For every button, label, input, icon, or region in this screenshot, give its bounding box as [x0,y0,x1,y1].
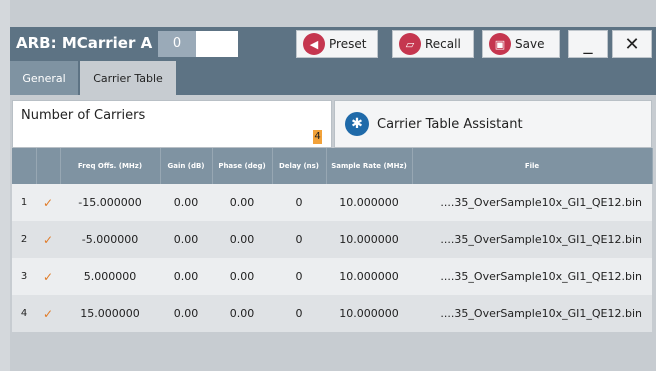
state-checkbox[interactable]: ✓ [36,184,60,221]
minimize-icon: _ [583,33,593,55]
delay-cell[interactable]: 0 [272,184,326,221]
file-cell[interactable]: ....35_OverSample10x_GI1_QE12.bin [412,184,652,221]
gain-cell[interactable]: 0.00 [160,258,212,295]
sample-rate-cell[interactable]: 10.000000 [326,184,412,221]
instance-field[interactable]: 0 [158,31,238,57]
gain-cell[interactable]: 0.00 [160,184,212,221]
file-cell[interactable]: ....35_OverSample10x_GI1_QE12.bin [412,295,652,332]
state-checkbox[interactable]: ✓ [36,295,60,332]
state-checkbox[interactable]: ✓ [36,221,60,258]
header-state [36,148,61,184]
row-number: 2 [12,221,36,258]
header-sample-rate: Sample Rate (MHz) [326,148,413,184]
table-row[interactable]: 2 ✓ -5.000000 0.00 0.00 0 10.000000 ....… [12,221,652,258]
tab-bar: General Carrier Table [10,61,656,95]
checkmark-icon: ✓ [42,269,54,284]
file-cell[interactable]: ....35_OverSample10x_GI1_QE12.bin [412,221,652,258]
header-gain: Gain (dB) [160,148,213,184]
freq-offset-cell[interactable]: -5.000000 [60,221,160,258]
minimize-button[interactable]: _ [568,30,608,58]
phase-cell[interactable]: 0.00 [212,295,272,332]
row-number: 4 [12,295,36,332]
delay-cell[interactable]: 0 [272,258,326,295]
sample-rate-cell[interactable]: 10.000000 [326,295,412,332]
row-number: 3 [12,258,36,295]
phase-cell[interactable]: 0.00 [212,258,272,295]
preset-label: Preset [329,37,367,51]
number-of-carriers-field[interactable]: Number of Carriers 4 [12,100,332,148]
sample-rate-cell[interactable]: 10.000000 [326,258,412,295]
header-file: File [412,148,653,184]
table-row[interactable]: 3 ✓ 5.000000 0.00 0.00 0 10.000000 ....3… [12,258,652,295]
window-title: ARB: MCarrier A [16,34,153,52]
table-row[interactable]: 4 ✓ 15.000000 0.00 0.00 0 10.000000 ....… [12,295,652,332]
sample-rate-cell[interactable]: 10.000000 [326,221,412,258]
file-cell[interactable]: ....35_OverSample10x_GI1_QE12.bin [412,258,652,295]
recall-folder-icon: ▱ [399,33,421,55]
preset-icon: ◀ [303,33,325,55]
delay-cell[interactable]: 0 [272,295,326,332]
gain-cell[interactable]: 0.00 [160,295,212,332]
table-row[interactable]: 1 ✓ -15.000000 0.00 0.00 0 10.000000 ...… [12,184,652,221]
gain-cell[interactable]: 0.00 [160,221,212,258]
checkmark-icon: ✓ [42,306,54,321]
assistant-label: Carrier Table Assistant [377,116,523,132]
row-number: 1 [12,184,36,221]
checkmark-icon: ✓ [42,232,54,247]
tab-general[interactable]: General [10,61,78,95]
recall-button[interactable]: ▱ Recall [392,30,474,58]
carrier-table: Freq Offs. (MHz) Gain (dB) Phase (deg) D… [12,148,653,332]
number-of-carriers-label: Number of Carriers [21,108,146,123]
close-button[interactable]: ✕ [612,30,652,58]
header-freq-offset: Freq Offs. (MHz) [60,148,161,184]
freq-offset-cell[interactable]: 15.000000 [60,295,160,332]
preset-button[interactable]: ◀ Preset [296,30,378,58]
number-of-carriers-value: 4 [313,130,322,144]
save-disk-icon: ▣ [489,33,511,55]
state-checkbox[interactable]: ✓ [36,258,60,295]
phase-cell[interactable]: 0.00 [212,184,272,221]
tab-carrier-table[interactable]: Carrier Table [80,61,176,95]
save-label: Save [515,37,545,51]
recall-label: Recall [425,37,461,51]
title-bar: ARB: MCarrier A 0 ◀ Preset ▱ Recall ▣ Sa… [10,27,656,61]
freq-offset-cell[interactable]: 5.000000 [60,258,160,295]
bottom-area [10,352,656,371]
checkmark-icon: ✓ [42,195,54,210]
header-phase: Phase (deg) [212,148,273,184]
carrier-table-assistant-button[interactable]: ✱ Carrier Table Assistant [334,100,652,148]
header-row-number [12,148,37,184]
close-icon: ✕ [624,33,640,55]
save-button[interactable]: ▣ Save [482,30,560,58]
header-delay: Delay (ns) [272,148,327,184]
phase-cell[interactable]: 0.00 [212,221,272,258]
delay-cell[interactable]: 0 [272,221,326,258]
assistant-star-icon: ✱ [345,112,369,136]
instance-number: 0 [158,31,196,57]
freq-offset-cell[interactable]: -15.000000 [60,184,160,221]
table-header-row: Freq Offs. (MHz) Gain (dB) Phase (deg) D… [12,148,653,184]
